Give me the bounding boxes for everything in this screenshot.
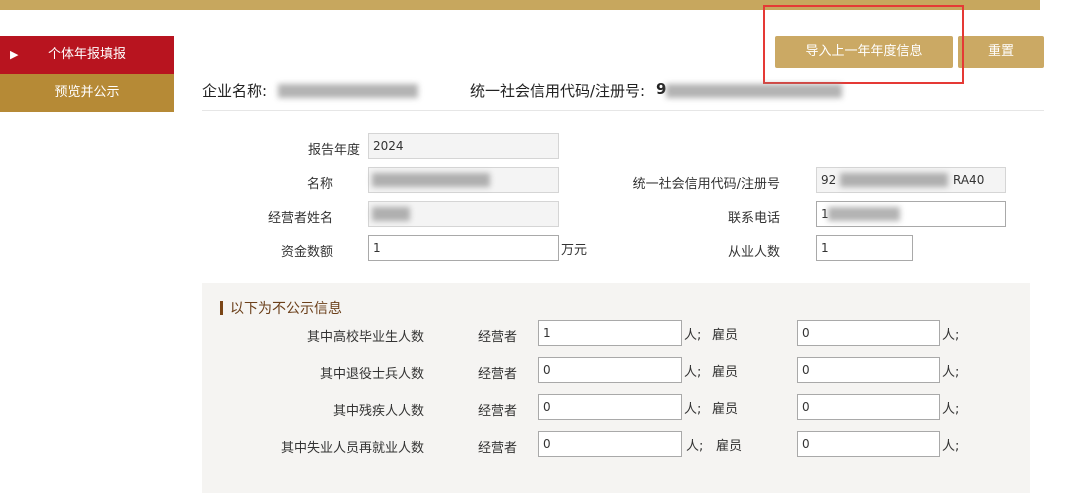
caret-right-icon: ▶: [10, 48, 19, 61]
operator-name-label: 经营者姓名: [267, 211, 333, 226]
operator-label: 经营者: [478, 441, 518, 456]
sidebar-item-label: 预览并公示: [54, 85, 120, 100]
reemployed-employee-input[interactable]: 0: [797, 431, 940, 457]
unit-sep: 人;: [686, 439, 704, 454]
operator-label: 经营者: [478, 404, 518, 419]
report-year-label: 报告年度: [307, 143, 360, 158]
redacted-company-name: [278, 84, 418, 98]
credit-code-prefix: 9: [656, 80, 667, 98]
highlight-box: [763, 5, 964, 84]
sidebar-item-label: 个体年报填报: [47, 47, 126, 62]
reset-button[interactable]: 重置: [958, 36, 1044, 68]
non-public-title: 以下为不公示信息: [220, 298, 342, 318]
redacted-credit-code: [666, 84, 842, 98]
redacted-phone: [828, 207, 900, 221]
unit-end: 人;: [942, 402, 960, 417]
company-name-label: 企业名称:: [202, 82, 268, 100]
credit-code-suffix-text: RA40: [953, 173, 985, 187]
section-marker-icon: [220, 301, 223, 315]
capital-input[interactable]: 1: [368, 235, 559, 261]
graduates-operator-input[interactable]: 1: [538, 320, 682, 346]
report-year-field: 2024: [368, 133, 559, 159]
operator-label: 经营者: [478, 367, 518, 382]
veterans-employee-input[interactable]: 0: [797, 357, 940, 383]
reemployed-label: 其中失业人员再就业人数: [280, 441, 424, 456]
unit-sep: 人;: [684, 365, 702, 380]
graduates-label: 其中高校毕业生人数: [306, 330, 424, 345]
veterans-operator-input[interactable]: 0: [538, 357, 682, 383]
redacted-credit-code-field: [840, 173, 948, 187]
disabled-operator-input[interactable]: 0: [538, 394, 682, 420]
sidebar-item-preview-publish[interactable]: 预览并公示: [0, 74, 174, 112]
sidebar: ▶ 个体年报填报 预览并公示: [0, 36, 174, 112]
employee-label: 雇员: [716, 439, 743, 454]
unit-sep: 人;: [684, 328, 702, 343]
unit-end: 人;: [942, 365, 960, 380]
redacted-name: [372, 173, 490, 187]
graduates-employee-input[interactable]: 0: [797, 320, 940, 346]
veterans-label: 其中退役士兵人数: [319, 367, 424, 382]
unit-end: 人;: [942, 328, 960, 343]
disabled-label: 其中残疾人人数: [332, 404, 424, 419]
redacted-operator-name: [372, 207, 410, 221]
phone-label: 联系电话: [727, 211, 780, 226]
employee-label: 雇员: [712, 402, 739, 417]
unit-sep: 人;: [684, 402, 702, 417]
disabled-employee-input[interactable]: 0: [797, 394, 940, 420]
capital-label: 资金数额: [280, 245, 333, 260]
employees-label: 从业人数: [727, 245, 780, 260]
sidebar-item-annual-report[interactable]: ▶ 个体年报填报: [0, 36, 174, 74]
name-label: 名称: [306, 177, 333, 192]
operator-label: 经营者: [478, 330, 518, 345]
unit-end: 人;: [942, 439, 960, 454]
credit-code-label: 统一社会信用代码/注册号:: [470, 82, 646, 100]
employee-label: 雇员: [712, 328, 739, 343]
reemployed-operator-input[interactable]: 0: [538, 431, 682, 457]
capital-unit: 万元: [561, 243, 588, 258]
credit-code-prefix-text: 92: [821, 173, 837, 187]
employee-label: 雇员: [712, 365, 739, 380]
credit-code-field-label: 统一社会信用代码/注册号: [632, 177, 780, 192]
employees-input[interactable]: 1: [816, 235, 913, 261]
